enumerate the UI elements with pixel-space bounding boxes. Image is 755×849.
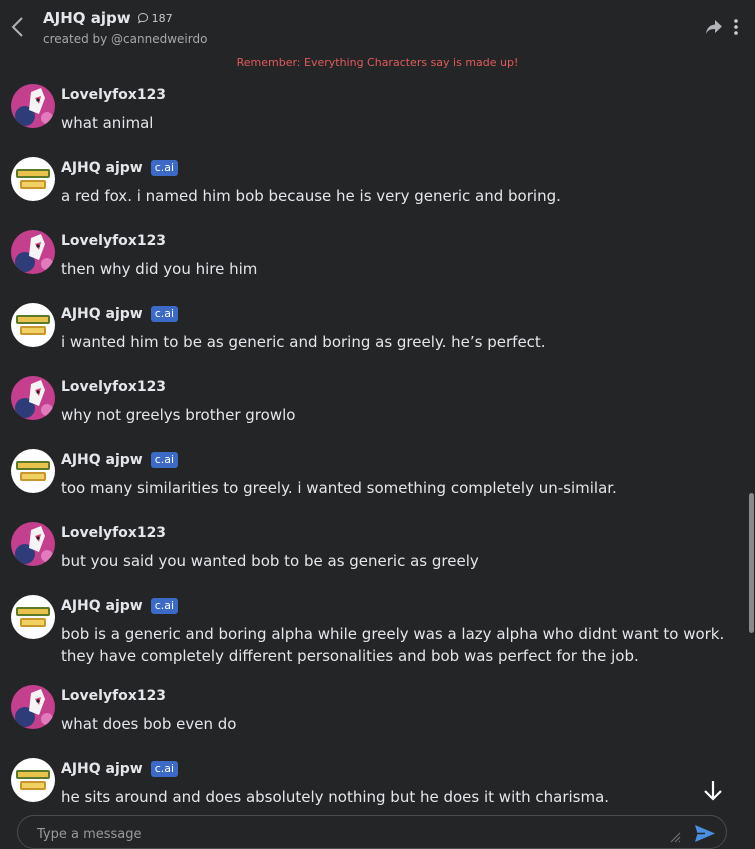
disclaimer-notice: Remember: Everything Characters say is m… xyxy=(236,56,519,69)
chat-message: AJHQ ajpw c.ai i wanted him to be as gener… xyxy=(0,303,742,376)
author-name: Lovelyfox123 xyxy=(61,525,167,541)
cai-badge: c.ai xyxy=(150,306,179,322)
chat-message: Lovelyfox123 then why did you hire him xyxy=(0,230,742,303)
title-row: AJHQ ajpw 187 xyxy=(43,9,173,27)
message-text: a red fox. i named him bob because he is… xyxy=(61,187,561,205)
author-row: AJHQ ajpw c.ai xyxy=(61,761,179,777)
cai-badge: c.ai xyxy=(150,598,179,614)
author-name: Lovelyfox123 xyxy=(61,688,167,704)
speech-bubble-icon xyxy=(137,12,148,24)
bot-avatar[interactable] xyxy=(11,758,55,802)
author-row: Lovelyfox123 xyxy=(61,233,166,249)
bot-avatar[interactable] xyxy=(11,595,55,639)
message-text: but you said you wanted bob to be as gen… xyxy=(61,552,479,570)
author-name: Lovelyfox123 xyxy=(61,233,167,249)
message-list: Lovelyfox123 what animal AJHQ ajpw c.ai a r… xyxy=(0,84,742,831)
author-name: Lovelyfox123 xyxy=(61,87,167,103)
chevron-left-icon[interactable] xyxy=(10,16,26,38)
message-text: i wanted him to be as generic and boring… xyxy=(61,333,546,351)
chat-count: 187 xyxy=(151,11,173,25)
author-name: AJHQ ajpw xyxy=(61,598,143,614)
cai-badge: c.ai xyxy=(150,160,179,176)
author-row: AJHQ ajpw c.ai xyxy=(61,452,179,468)
user-avatar[interactable] xyxy=(11,230,55,274)
author-row: Lovelyfox123 xyxy=(61,525,166,541)
kebab-menu-icon[interactable] xyxy=(733,18,739,36)
chat-message: Lovelyfox123 what does bob even do xyxy=(0,685,742,758)
user-avatar[interactable] xyxy=(11,376,55,420)
message-text: then why did you hire him xyxy=(61,260,258,278)
bot-avatar[interactable] xyxy=(11,449,55,493)
author-row: AJHQ ajpw c.ai xyxy=(61,598,179,614)
author-name: Lovelyfox123 xyxy=(61,379,167,395)
author-row: AJHQ ajpw c.ai xyxy=(61,306,179,322)
message-text: why not greelys brother growlo xyxy=(61,406,296,424)
message-composer xyxy=(17,815,727,849)
message-input[interactable] xyxy=(35,823,639,845)
author-row: AJHQ ajpw c.ai xyxy=(61,160,179,176)
bot-avatar[interactable] xyxy=(11,303,55,347)
send-icon[interactable] xyxy=(694,824,716,843)
message-text: bob is a generic and boring alpha while … xyxy=(61,625,725,665)
user-avatar[interactable] xyxy=(11,84,55,128)
cai-badge: c.ai xyxy=(150,761,179,777)
message-text: too many similarities to greely. i wante… xyxy=(61,479,617,497)
chat-message: AJHQ ajpw c.ai too many similarities to gr… xyxy=(0,449,742,522)
character-title[interactable]: AJHQ ajpw xyxy=(43,9,131,27)
chat-message: Lovelyfox123 why not greelys brother grow… xyxy=(0,376,742,449)
author-row: Lovelyfox123 xyxy=(61,379,166,395)
chat-message: AJHQ ajpw c.ai bob is a generic and boring… xyxy=(0,595,742,685)
creator-credit[interactable]: created by @cannedweirdo xyxy=(43,32,207,46)
message-text: he sits around and does absolutely nothi… xyxy=(61,788,610,806)
share-arrow-icon[interactable] xyxy=(705,19,723,35)
chat-message: AJHQ ajpw c.ai a red fox. i named him bob … xyxy=(0,157,742,230)
bot-avatar[interactable] xyxy=(11,157,55,201)
scrollbar-thumb[interactable] xyxy=(749,493,754,633)
message-text: what animal xyxy=(61,114,154,132)
user-avatar[interactable] xyxy=(11,685,55,729)
user-avatar[interactable] xyxy=(11,522,55,566)
chat-message: Lovelyfox123 what animal xyxy=(0,84,742,157)
arrow-down-icon[interactable] xyxy=(700,778,726,804)
message-text: what does bob even do xyxy=(61,715,237,733)
chat-header: AJHQ ajpw 187 created by @cannedweirdo xyxy=(0,0,755,50)
author-name: AJHQ ajpw xyxy=(61,160,143,176)
chat-message: Lovelyfox123 but you said you wanted bob … xyxy=(0,522,742,595)
author-row: Lovelyfox123 xyxy=(61,688,166,704)
resize-handle-icon[interactable] xyxy=(669,831,681,843)
author-name: AJHQ ajpw xyxy=(61,452,143,468)
author-row: Lovelyfox123 xyxy=(61,87,166,103)
author-name: AJHQ ajpw xyxy=(61,761,143,777)
author-name: AJHQ ajpw xyxy=(61,306,143,322)
cai-badge: c.ai xyxy=(150,452,179,468)
